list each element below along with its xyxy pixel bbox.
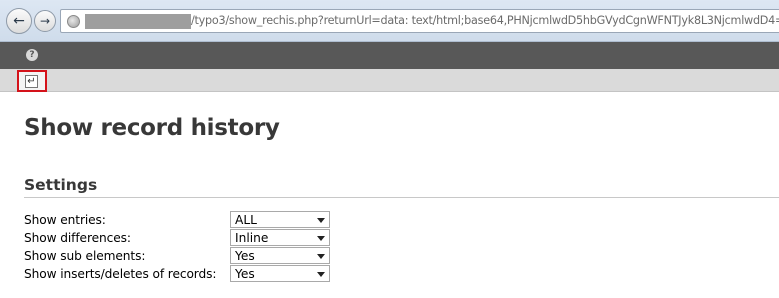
select-value: Yes: [235, 249, 255, 263]
select-value: ALL: [235, 213, 257, 227]
globe-icon: [67, 15, 80, 28]
redacted-host: [85, 14, 191, 29]
show-sub-elements-select[interactable]: Yes: [230, 247, 330, 264]
chevron-down-icon: [317, 236, 325, 241]
select-value: Inline: [235, 231, 269, 245]
select-value: Yes: [235, 267, 255, 281]
help-icon[interactable]: ?: [26, 49, 38, 61]
chevron-down-icon: [317, 254, 325, 259]
back-arrow-icon[interactable]: ←: [6, 8, 32, 34]
setting-label: Show differences:: [24, 231, 131, 245]
return-icon: ↵: [25, 75, 38, 88]
chevron-down-icon: [317, 272, 325, 277]
browser-toolbar: ← → /typo3/show_rechis.php?returnUrl=dat…: [0, 0, 779, 42]
setting-label: Show entries:: [24, 213, 106, 227]
chevron-down-icon: [317, 218, 325, 223]
address-bar[interactable]: /typo3/show_rechis.php?returnUrl=data: t…: [60, 9, 779, 33]
section-divider: [24, 197, 779, 198]
setting-label: Show inserts/deletes of records:: [24, 267, 217, 281]
doc-header: ↵: [0, 69, 779, 92]
top-toolbar: ?: [0, 42, 779, 69]
return-button[interactable]: ↵: [17, 70, 47, 92]
show-entries-select[interactable]: ALL: [230, 211, 330, 228]
show-inserts-deletes-select[interactable]: Yes: [230, 265, 330, 282]
page-title: Show record history: [24, 115, 280, 141]
show-differences-select[interactable]: Inline: [230, 229, 330, 246]
setting-label: Show sub elements:: [24, 249, 146, 263]
browser-window: ← → /typo3/show_rechis.php?returnUrl=dat…: [0, 0, 779, 298]
section-title: Settings: [24, 176, 98, 194]
forward-arrow-icon[interactable]: →: [34, 10, 56, 32]
url-text: /typo3/show_rechis.php?returnUrl=data: t…: [191, 14, 779, 27]
